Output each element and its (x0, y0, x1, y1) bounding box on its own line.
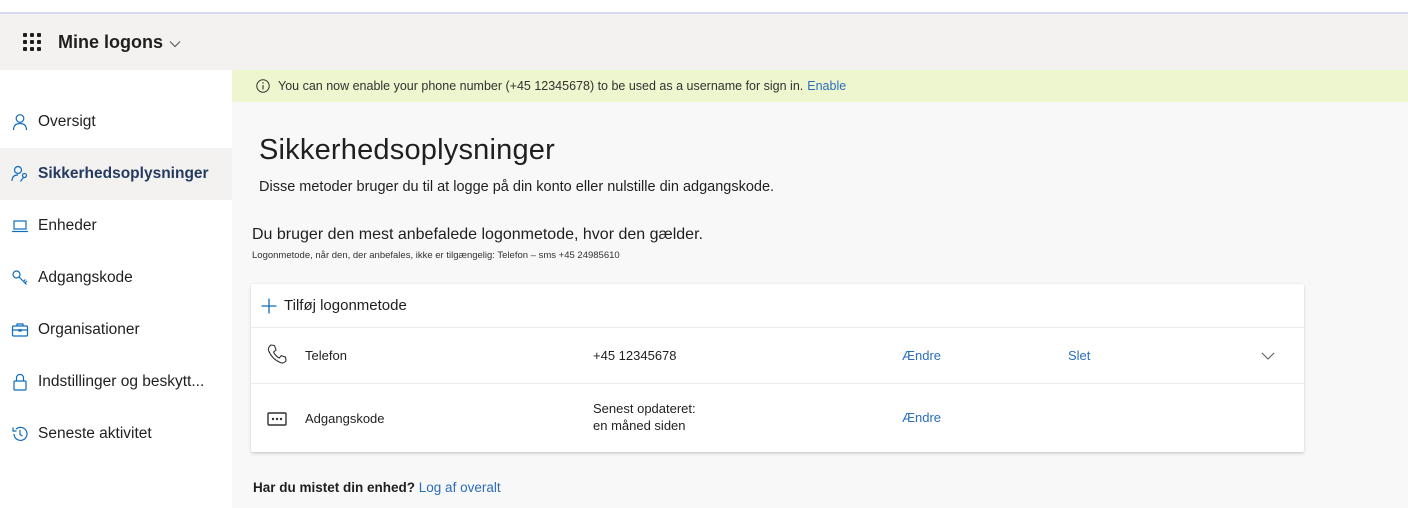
sidebar-item-recent-activity[interactable]: Seneste aktivitet (0, 408, 232, 460)
sidebar-item-label: Adgangskode (38, 269, 133, 286)
methods-card: Tilføj logonmetode Telefon +45 12345678 … (251, 284, 1304, 452)
enable-link[interactable]: Enable (807, 79, 846, 93)
method-value: +45 12345678 (593, 348, 677, 363)
info-icon (256, 79, 270, 93)
sidebar-item-organizations[interactable]: Organisationer (0, 304, 232, 356)
history-icon (10, 424, 30, 444)
phone-icon (267, 344, 287, 364)
method-name: Telefon (305, 348, 347, 363)
key-icon (10, 268, 30, 288)
sidebar-item-label: Sikkerhedsoplysninger (38, 165, 209, 182)
main-content: You can now enable your phone number (+4… (232, 70, 1408, 508)
change-password-link[interactable]: Ændre (902, 410, 941, 425)
laptop-icon (10, 216, 30, 236)
method-row-phone: Telefon +45 12345678 Ændre Slet (251, 327, 1304, 383)
method-value-line2: en måned siden (593, 418, 686, 433)
add-method-label: Tilføj logonmetode (284, 297, 407, 314)
banner-text: You can now enable your phone number (+4… (278, 79, 804, 93)
chevron-down-icon (169, 32, 181, 53)
lock-icon (10, 372, 30, 392)
chevron-down-icon[interactable] (1260, 348, 1276, 364)
page-title: Sikkerhedsoplysninger (259, 134, 555, 166)
lost-device-text: Har du mistet din enhed? Log af overalt (253, 480, 501, 495)
lost-device-question: Har du mistet din enhed? (253, 480, 416, 495)
delete-phone-link[interactable]: Slet (1068, 348, 1090, 363)
page-subtitle: Disse metoder bruger du til at logge på … (259, 179, 775, 195)
method-name: Adgangskode (305, 411, 385, 426)
method-row-password: Adgangskode Senest opdateret: en måned s… (251, 383, 1304, 452)
sidebar-item-password[interactable]: Adgangskode (0, 252, 232, 304)
sidebar-item-label: Organisationer (38, 321, 140, 338)
sidebar-item-devices[interactable]: Enheder (0, 200, 232, 252)
info-banner: You can now enable your phone number (+4… (232, 70, 1408, 102)
sidebar-item-label: Seneste aktivitet (38, 425, 152, 442)
sidebar-item-settings-privacy[interactable]: Indstillinger og beskytt... (0, 356, 232, 408)
app-title: Mine logons (58, 31, 163, 52)
plus-icon (261, 298, 277, 313)
app-launcher-icon[interactable] (21, 31, 43, 53)
default-method-note: Logonmetode, når den, der anbefales, ikk… (252, 250, 620, 261)
change-phone-link[interactable]: Ændre (902, 348, 941, 363)
person-icon (10, 112, 30, 132)
sign-out-everywhere-link[interactable]: Log af overalt (419, 480, 501, 495)
app-title-dropdown[interactable]: Mine logons (58, 32, 181, 53)
person-key-icon (10, 164, 30, 184)
briefcase-icon (10, 320, 30, 340)
method-value-line1: Senest opdateret: (593, 401, 696, 416)
add-method-button[interactable]: Tilføj logonmetode (251, 284, 1304, 327)
sidebar-item-security-info[interactable]: Sikkerhedsoplysninger (0, 148, 232, 200)
sidebar-item-label: Oversigt (38, 113, 96, 130)
top-border (0, 0, 1408, 14)
password-icon (267, 412, 287, 426)
sidebar-item-label: Enheder (38, 217, 97, 234)
default-method-text: Du bruger den mest anbefalede logonmetod… (252, 226, 703, 243)
app-header: Mine logons (0, 14, 1408, 70)
sidebar-item-overview[interactable]: Oversigt (0, 96, 232, 148)
sidebar-item-label: Indstillinger og beskytt... (38, 373, 205, 390)
sidebar: Oversigt Sikkerhedsoplysninger Enheder A… (0, 70, 232, 508)
